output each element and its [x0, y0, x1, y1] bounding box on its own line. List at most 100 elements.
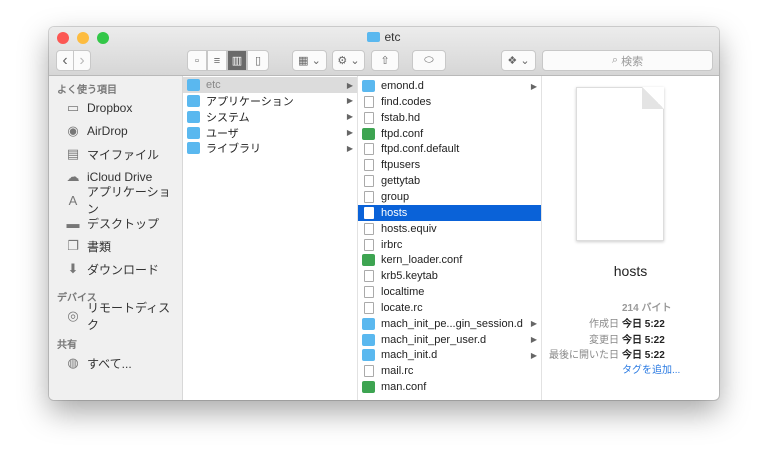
sidebar-item[interactable]: ▤ マイファイル: [65, 145, 159, 163]
document-icon: [364, 159, 374, 172]
file-name: システム: [206, 111, 250, 124]
action-gear-button[interactable]: ⚙ ⌄: [332, 50, 365, 71]
document-icon: [364, 222, 374, 235]
sidebar-item[interactable]: ▭ Dropbox: [65, 99, 133, 117]
disclosure-arrow-icon: ▶: [530, 319, 537, 329]
search-input[interactable]: ⌕ 検索: [542, 50, 713, 71]
file-name: group: [381, 190, 410, 203]
file-name: krb5.keytab: [381, 270, 438, 283]
file-name: ftpusers: [381, 159, 421, 172]
file-name: mach_init_pe...gin_session.d: [381, 317, 523, 330]
file-row[interactable]: irbrc: [358, 237, 541, 253]
back-button[interactable]: ‹: [56, 50, 74, 71]
folder-icon: [187, 142, 200, 155]
share-button[interactable]: ⇧: [371, 50, 399, 71]
airdrop-icon: ◉: [67, 123, 79, 138]
document-icon: [364, 365, 374, 378]
file-row[interactable]: kern_loader.conf: [358, 252, 541, 268]
sidebar-item[interactable]: ▬ デスクトップ: [65, 214, 160, 232]
file-name: mach_init.d: [381, 349, 438, 362]
file-row[interactable]: mach_init_per_user.d ▶: [358, 332, 541, 348]
file-size: 214 バイト: [622, 303, 672, 314]
search-icon: ⌕: [611, 54, 622, 66]
document-icon: [576, 87, 664, 241]
applications-icon: A: [68, 192, 78, 208]
file-row[interactable]: システム ▶: [183, 109, 357, 125]
network-icon: ◍: [67, 355, 79, 370]
sidebar-item-label: AirDrop: [87, 124, 128, 138]
icon-view-button[interactable]: ▫: [187, 50, 207, 71]
file-row[interactable]: fstab.hd: [358, 110, 541, 126]
sidebar-item[interactable]: ◍ すべて...: [65, 354, 131, 372]
modified-value: 今日 5:22: [622, 335, 665, 346]
config-file-icon: [362, 254, 375, 267]
search-placeholder: 検索: [621, 55, 644, 68]
file-row[interactable]: ftpd.conf.default: [358, 141, 541, 157]
forward-button[interactable]: ›: [73, 50, 91, 71]
folder-icon: [187, 126, 200, 139]
sidebar-item[interactable]: ❐ 書類: [65, 237, 111, 255]
folder-icon: [362, 349, 375, 362]
sidebar-item-label: 書類: [87, 239, 112, 254]
file-row[interactable]: etc ▶: [183, 77, 357, 93]
document-icon: [364, 206, 374, 219]
window-title: etc: [49, 30, 719, 44]
file-row[interactable]: hosts.equiv: [358, 221, 541, 237]
file-row[interactable]: mail.rc: [358, 363, 541, 379]
file-row[interactable]: アプリケーション ▶: [183, 93, 357, 109]
file-row[interactable]: localtime: [358, 284, 541, 300]
column-view-button[interactable]: ▥: [227, 50, 247, 71]
list-view-button[interactable]: ≡: [207, 50, 227, 71]
disclosure-arrow-icon: ▶: [346, 96, 353, 106]
file-row[interactable]: ライブラリ ▶: [183, 140, 357, 156]
sidebar-item[interactable]: A アプリケーション: [65, 185, 182, 216]
file-row[interactable]: krb5.keytab: [358, 268, 541, 284]
file-row[interactable]: mach_init.d ▶: [358, 347, 541, 363]
sidebar-item-label: iCloud Drive: [87, 170, 153, 184]
file-row[interactable]: hosts: [358, 204, 541, 221]
disclosure-arrow-icon: ▶: [346, 128, 353, 138]
disc-icon: ◎: [67, 308, 79, 323]
sidebar-header: 共有: [57, 340, 77, 351]
file-row[interactable]: gettytab: [358, 173, 541, 189]
tag-button[interactable]: ⬭: [412, 50, 446, 71]
folder-icon: [367, 32, 381, 42]
file-row[interactable]: ftpusers: [358, 157, 541, 173]
config-file-icon: [362, 127, 375, 140]
folder-icon: [187, 94, 200, 107]
desktop-icon: ▬: [66, 215, 80, 231]
window-title-text: etc: [384, 30, 401, 44]
document-icon: [364, 95, 374, 108]
add-tags-link[interactable]: タグを追加...: [622, 361, 680, 376]
folder-icon: [187, 79, 200, 91]
opened-label: 最後に開いた日: [549, 350, 619, 361]
sidebar-header: よく使う項目: [57, 85, 117, 96]
sidebar: よく使う項目 ▭ Dropbox ◉ AirDrop ▤ マイファイル ☁ iCloud Dri…: [49, 76, 183, 400]
arrange-button[interactable]: ▦ ⌄: [292, 50, 327, 71]
coverflow-view-button[interactable]: ▯: [247, 50, 269, 71]
file-row[interactable]: mach_init_pe...gin_session.d ▶: [358, 316, 541, 332]
file-row[interactable]: emond.d ▶: [358, 78, 541, 94]
file-name: irbrc: [381, 238, 403, 251]
file-row[interactable]: locate.rc: [358, 300, 541, 316]
created-value: 今日 5:22: [622, 319, 665, 330]
document-icon: [364, 238, 374, 251]
file-name: hosts.equiv: [381, 222, 437, 235]
sidebar-item[interactable]: ◉ AirDrop: [65, 122, 128, 140]
document-icon: [364, 301, 374, 314]
file-row[interactable]: find.codes: [358, 94, 541, 110]
file-row[interactable]: group: [358, 189, 541, 205]
dropbox-button[interactable]: ❖ ⌄: [501, 50, 536, 71]
modified-label: 変更日: [589, 335, 619, 346]
file-row[interactable]: ftpd.conf: [358, 126, 541, 142]
file-name: locate.rc: [381, 301, 423, 314]
file-row[interactable]: ユーザ ▶: [183, 125, 357, 141]
sidebar-item-label: ダウンロード: [87, 262, 160, 277]
sidebar-item-label: リモートディスク: [86, 301, 171, 332]
folder-icon: [362, 80, 375, 92]
file-name: find.codes: [381, 95, 432, 108]
sidebar-item[interactable]: ⬇ ダウンロード: [65, 260, 159, 278]
file-row[interactable]: man.conf: [358, 379, 541, 395]
all-files-icon: ▤: [66, 146, 80, 161]
sidebar-item[interactable]: ◎ リモートディスク: [65, 301, 182, 332]
